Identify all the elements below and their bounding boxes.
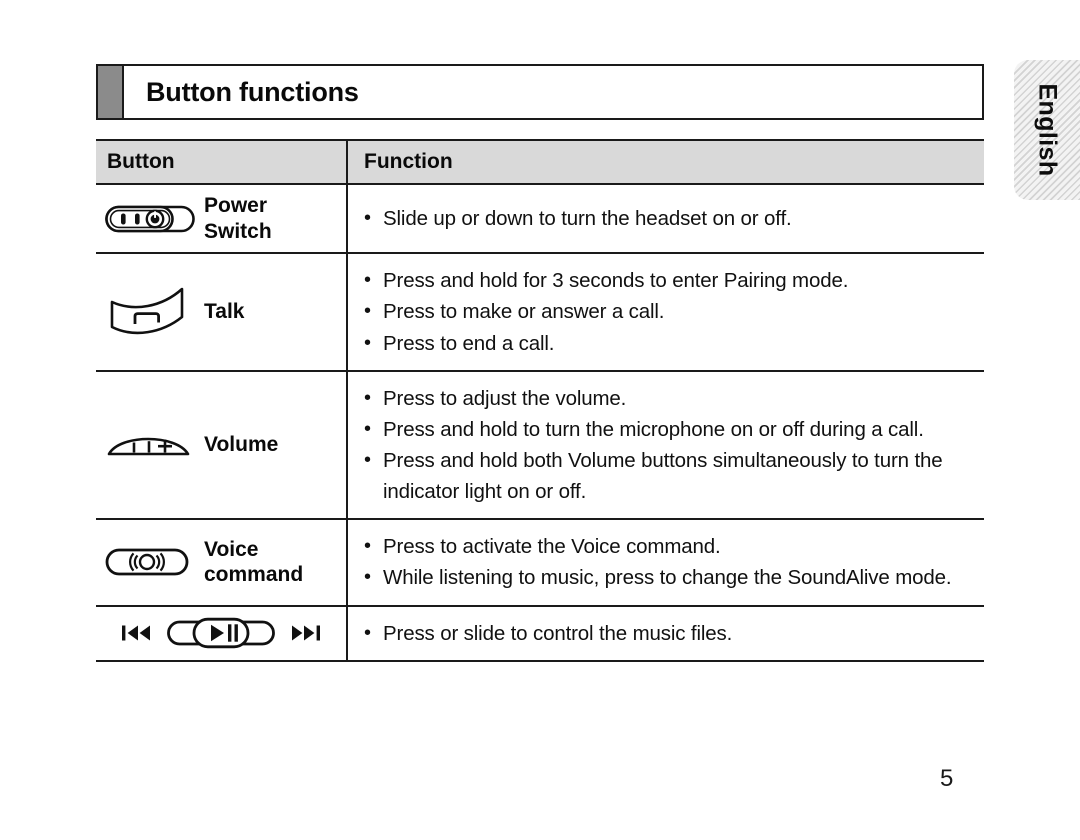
- function-bullet: • Press to adjust the volume.: [364, 383, 976, 414]
- button-cell-music-controls: [96, 606, 348, 660]
- function-text: Slide up or down to turn the headset on …: [383, 207, 792, 231]
- table-row: Talk • Press and hold for 3 seconds to e…: [96, 254, 984, 372]
- manual-page: English Button functions Button Function: [0, 0, 1080, 840]
- bullet-glyph: •: [364, 535, 371, 558]
- function-cell-volume: • Press to adjust the volume. • Press an…: [348, 372, 984, 519]
- function-bullet: • Press and hold to turn the microphone …: [364, 414, 976, 445]
- next-track-icon: [290, 622, 322, 644]
- bullet-glyph: •: [364, 386, 371, 409]
- function-bullet: • Press or slide to control the music fi…: [364, 618, 976, 649]
- title-accent-swatch: [98, 66, 124, 118]
- table-row: Volume • Press to adjust the volume. • P…: [96, 371, 984, 521]
- function-cell-talk: • Press and hold for 3 seconds to enter …: [348, 254, 984, 369]
- function-text: Press and hold to turn the microphone on…: [383, 417, 924, 441]
- bullet-glyph: •: [364, 449, 371, 471]
- bullet-glyph: •: [364, 300, 371, 323]
- function-bullet: • Press and hold both Volume buttons sim…: [364, 445, 976, 507]
- table-header-row: Button Function: [96, 139, 984, 185]
- page-number: 5: [940, 765, 954, 792]
- bullet-glyph: •: [364, 331, 371, 354]
- function-text: While listening to music, press to chang…: [383, 566, 952, 590]
- function-bullet: • While listening to music, press to cha…: [364, 562, 976, 593]
- function-bullet: • Press to make or answer a call.: [364, 296, 976, 327]
- function-bullet: • Press and hold for 3 seconds to enter …: [364, 265, 976, 296]
- language-tab-english: English: [1014, 60, 1080, 200]
- column-header-button: Button: [96, 141, 348, 183]
- talk-button-icon: [104, 281, 196, 343]
- function-text: Press and hold for 3 seconds to enter Pa…: [383, 269, 849, 293]
- button-cell-voice-command: Voice command: [96, 520, 348, 605]
- page-title: Button functions: [146, 76, 359, 107]
- button-label: Power Switch: [204, 194, 272, 243]
- bullet-glyph: •: [364, 269, 371, 292]
- bullet-glyph: •: [364, 207, 371, 230]
- button-cell-power-switch: Power Switch: [96, 185, 348, 253]
- volume-button-icon: [104, 427, 196, 463]
- function-cell-voice-command: • Press to activate the Voice command. •…: [348, 520, 984, 604]
- function-bullet: • Press to end a call.: [364, 328, 976, 359]
- function-bullet: • Press to activate the Voice command.: [364, 531, 976, 562]
- button-label: Voice command: [204, 537, 304, 587]
- button-functions-table: Button Function Power Switch • Slide up …: [96, 139, 984, 662]
- music-slider-icon: [166, 616, 276, 650]
- bullet-glyph: •: [364, 566, 371, 589]
- music-controls-icon: [102, 616, 340, 650]
- button-label: Talk: [204, 300, 245, 324]
- button-cell-talk: Talk: [96, 254, 348, 370]
- function-text: Press to activate the Voice command.: [383, 535, 721, 559]
- column-header-function: Function: [364, 150, 453, 173]
- button-cell-volume: Volume: [96, 371, 348, 519]
- function-text: Press to make or answer a call.: [383, 300, 665, 324]
- power-switch-icon: [104, 202, 196, 236]
- function-text: Press and hold both Volume buttons simul…: [383, 449, 943, 504]
- function-cell-power-switch: • Slide up or down to turn the headset o…: [348, 185, 984, 252]
- table-row: • Press or slide to control the music fi…: [96, 606, 984, 662]
- button-label: Volume: [204, 433, 279, 457]
- bullet-glyph: •: [364, 417, 371, 440]
- voice-command-icon: [104, 543, 196, 581]
- function-text: Press to adjust the volume.: [383, 386, 627, 410]
- function-text: Press or slide to control the music file…: [383, 621, 733, 645]
- language-tab-label: English: [1033, 83, 1062, 177]
- table-row: Power Switch • Slide up or down to turn …: [96, 185, 984, 255]
- table-row: Voice command • Press to activate the Vo…: [96, 520, 984, 607]
- function-cell-music-controls: • Press or slide to control the music fi…: [348, 607, 984, 660]
- function-bullet: • Slide up or down to turn the headset o…: [364, 203, 976, 234]
- previous-track-icon: [120, 622, 152, 644]
- function-text: Press to end a call.: [383, 331, 555, 355]
- section-title-bar: Button functions: [96, 64, 984, 120]
- bullet-glyph: •: [364, 621, 371, 644]
